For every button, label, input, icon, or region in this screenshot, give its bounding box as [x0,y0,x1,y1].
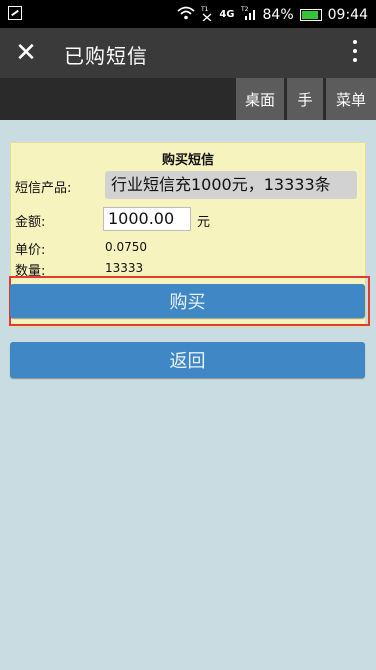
image-icon [8,6,22,20]
price-label: 单价: [15,243,46,258]
signal-t2-icon: T2 [240,5,257,25]
amount-unit: 元 [197,215,211,230]
signal-t1-icon: T1 [200,5,213,25]
close-icon[interactable]: ✕ [12,39,40,67]
quantity-value: 13333 [105,261,144,275]
page-title: 已购短信 [64,44,148,68]
amount-label: 金额: [15,215,46,230]
battery-text: 84% [262,7,294,23]
toolbar: 桌面 手 菜单 [0,78,376,120]
clock: 09:44 [327,7,368,23]
more-options-icon[interactable] [352,40,358,66]
status-icons: T1 4G T2 84% 09:44 [177,5,368,25]
form-heading: 购买短信 [161,153,214,168]
battery-icon [299,9,322,21]
svg-text:T1: T1 [201,6,209,13]
menu-button[interactable]: 菜单 [326,78,376,120]
product-label: 短信产品: [15,181,72,196]
desktop-button[interactable]: 桌面 [236,78,284,120]
signal-label: 4G [219,9,235,20]
title-bar: ✕ 已购短信 [0,28,376,78]
amount-input[interactable]: 1000.00 [103,207,191,231]
status-bar: T1 4G T2 84% 09:44 [0,0,376,28]
hand-button[interactable]: 手 [287,78,323,120]
wifi-icon [177,6,195,24]
svg-text:T2: T2 [241,6,249,13]
back-button[interactable]: 返回 [10,342,365,378]
product-select[interactable]: 行业短信充1000元，13333条 [105,171,357,199]
buy-button[interactable]: 购买 [10,284,365,318]
price-value: 0.0750 [105,240,147,254]
